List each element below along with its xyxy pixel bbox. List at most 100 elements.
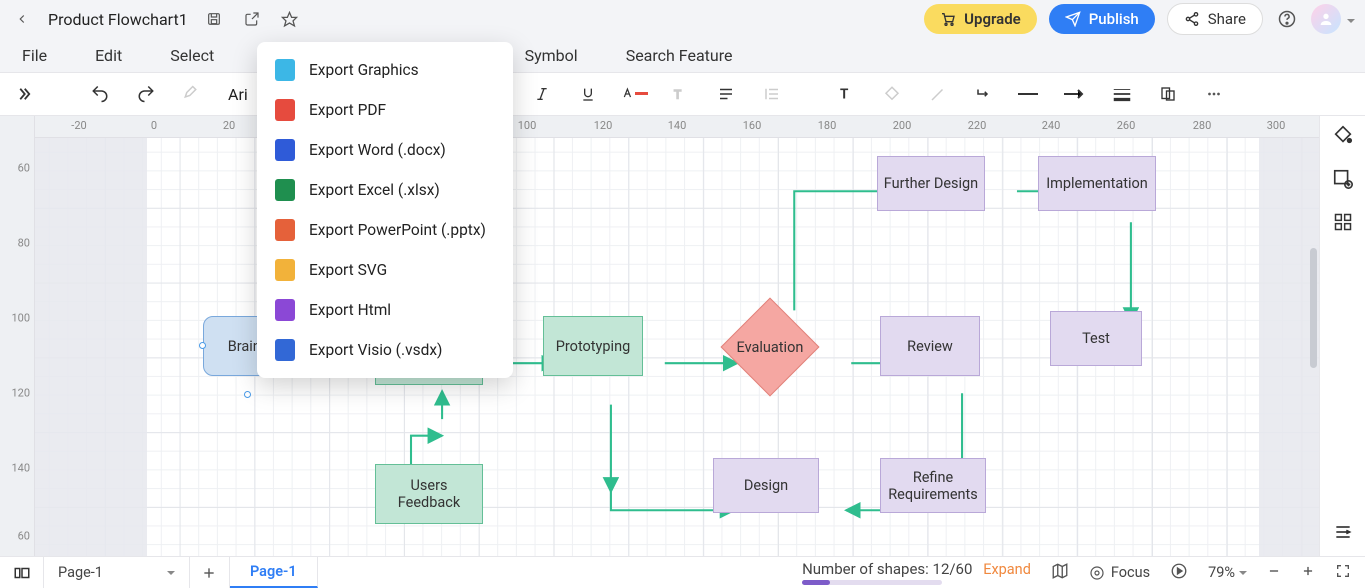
file-type-icon [275,299,295,321]
page-tab-active[interactable]: Page-1 [230,557,318,588]
focus-label: Focus [1111,564,1150,581]
node-test[interactable]: Test [1050,311,1142,366]
format-painter-icon[interactable] [178,80,206,108]
layout-behind-icon[interactable] [1154,80,1182,108]
upgrade-button[interactable]: Upgrade [924,4,1037,34]
file-type-icon [275,59,295,81]
ruler-tick: 200 [893,119,912,132]
ruler-horizontal: -20020100120140160180200220240260280300 [35,116,1365,138]
shape-settings-icon[interactable] [1332,168,1354,194]
star-icon[interactable] [278,7,302,31]
add-page-button[interactable] [190,557,230,588]
export-option[interactable]: Export PowerPoint (.pptx) [257,210,513,250]
back-icon[interactable] [10,7,34,31]
align-icon[interactable] [712,80,740,108]
undo-icon[interactable] [86,80,114,108]
arrow-style-icon[interactable] [1062,80,1090,108]
expand-link[interactable]: Expand [983,561,1031,578]
share-button[interactable]: Share [1167,3,1263,35]
line-weight-icon[interactable] [1108,80,1136,108]
export-option-label: Export Graphics [309,61,419,79]
node-prototyping[interactable]: Prototyping [543,316,643,376]
page-select[interactable]: Page-1 [44,557,190,588]
grid-gallery-icon[interactable] [1333,212,1353,236]
theme-icon[interactable] [1332,124,1354,150]
selection-handle[interactable] [199,342,206,349]
canvas[interactable]: -20020100120140160180200220240260280300 [35,116,1365,556]
focus-button[interactable]: Focus [1089,564,1150,581]
shapes-progress [802,580,942,585]
ruler-tick: 260 [1117,119,1136,132]
italic-icon[interactable] [528,80,556,108]
export-option-label: Export PowerPoint (.pptx) [309,221,486,239]
underline-icon[interactable] [574,80,602,108]
pages-panel-icon[interactable] [0,557,44,588]
svg-text:T: T [674,88,681,102]
ruler-tick: 220 [968,119,987,132]
publish-button[interactable]: Publish [1049,4,1155,34]
menu-search-feature[interactable]: Search Feature [626,46,733,65]
node-implementation[interactable]: Implementation [1038,156,1156,211]
font-color-icon[interactable] [620,80,648,108]
share-export-icon[interactable] [240,7,264,31]
right-sidebar [1319,116,1365,556]
menu-symbol[interactable]: Symbol [525,46,578,65]
save-icon[interactable] [202,7,226,31]
export-option[interactable]: Export Graphics [257,50,513,90]
ruler-vertical: 608010012014060 [0,116,35,556]
line-color-icon[interactable] [924,80,952,108]
export-option[interactable]: Export PDF [257,90,513,130]
ruler-tick: 0 [151,119,157,132]
collapse-sidebar-icon[interactable] [1333,522,1353,546]
document-title[interactable]: Product Flowchart1 [48,10,188,29]
selection-handle[interactable] [244,391,251,398]
expand-panel-icon[interactable] [10,80,38,108]
menu-select[interactable]: Select [170,46,214,65]
text-effect-icon[interactable]: T [666,80,694,108]
vertical-scrollbar[interactable] [1310,248,1317,368]
play-icon[interactable] [1170,562,1188,584]
fullscreen-icon[interactable] [1335,563,1351,583]
chevron-down-icon [1235,564,1247,581]
ruler-tick: 100 [518,119,537,132]
map-icon[interactable] [1051,562,1069,584]
line-style-icon[interactable] [1016,80,1044,108]
export-option[interactable]: Export SVG [257,250,513,290]
share-label: Share [1208,10,1246,28]
node-refine-req[interactable]: Refine Requirements [880,458,986,513]
menu-edit[interactable]: Edit [95,46,122,65]
chevron-down-icon [163,564,175,581]
file-type-icon [275,179,295,201]
account-menu[interactable] [1311,4,1355,34]
page-select-label: Page-1 [58,564,103,581]
help-icon[interactable] [1275,7,1299,31]
publish-label: Publish [1089,10,1139,28]
export-option[interactable]: Export Visio (.vsdx) [257,330,513,370]
zoom-level[interactable]: 79% [1208,564,1247,581]
line-spacing-icon[interactable] [758,80,786,108]
zoom-out-icon[interactable] [1267,564,1281,582]
export-option[interactable]: Export Html [257,290,513,330]
menu-file[interactable]: File [22,46,47,65]
export-option-label: Export Html [309,301,391,319]
font-family-select[interactable]: Ari [224,85,252,104]
insert-text-icon[interactable]: T [832,80,860,108]
more-icon[interactable] [1200,80,1228,108]
node-users-feedback[interactable]: Users Feedback [375,464,483,524]
node-further-design[interactable]: Further Design [877,156,985,211]
export-option[interactable]: Export Excel (.xlsx) [257,170,513,210]
shapes-count: Number of shapes: 12/60 [802,560,972,578]
ruler-tick: 240 [1042,119,1061,132]
node-review[interactable]: Review [880,316,980,376]
title-bar: Product Flowchart1 Upgrade Publish Share [0,0,1365,38]
fill-color-icon[interactable] [878,80,906,108]
redo-icon[interactable] [132,80,160,108]
node-label: Design [744,477,788,494]
node-design[interactable]: Design [713,458,819,513]
connector-style-icon[interactable] [970,80,998,108]
ruler-tick: 60 [18,162,30,175]
node-label: Users Feedback [380,477,478,511]
export-option[interactable]: Export Word (.docx) [257,130,513,170]
zoom-in-icon[interactable] [1301,564,1315,582]
ruler-tick: 140 [11,462,30,475]
